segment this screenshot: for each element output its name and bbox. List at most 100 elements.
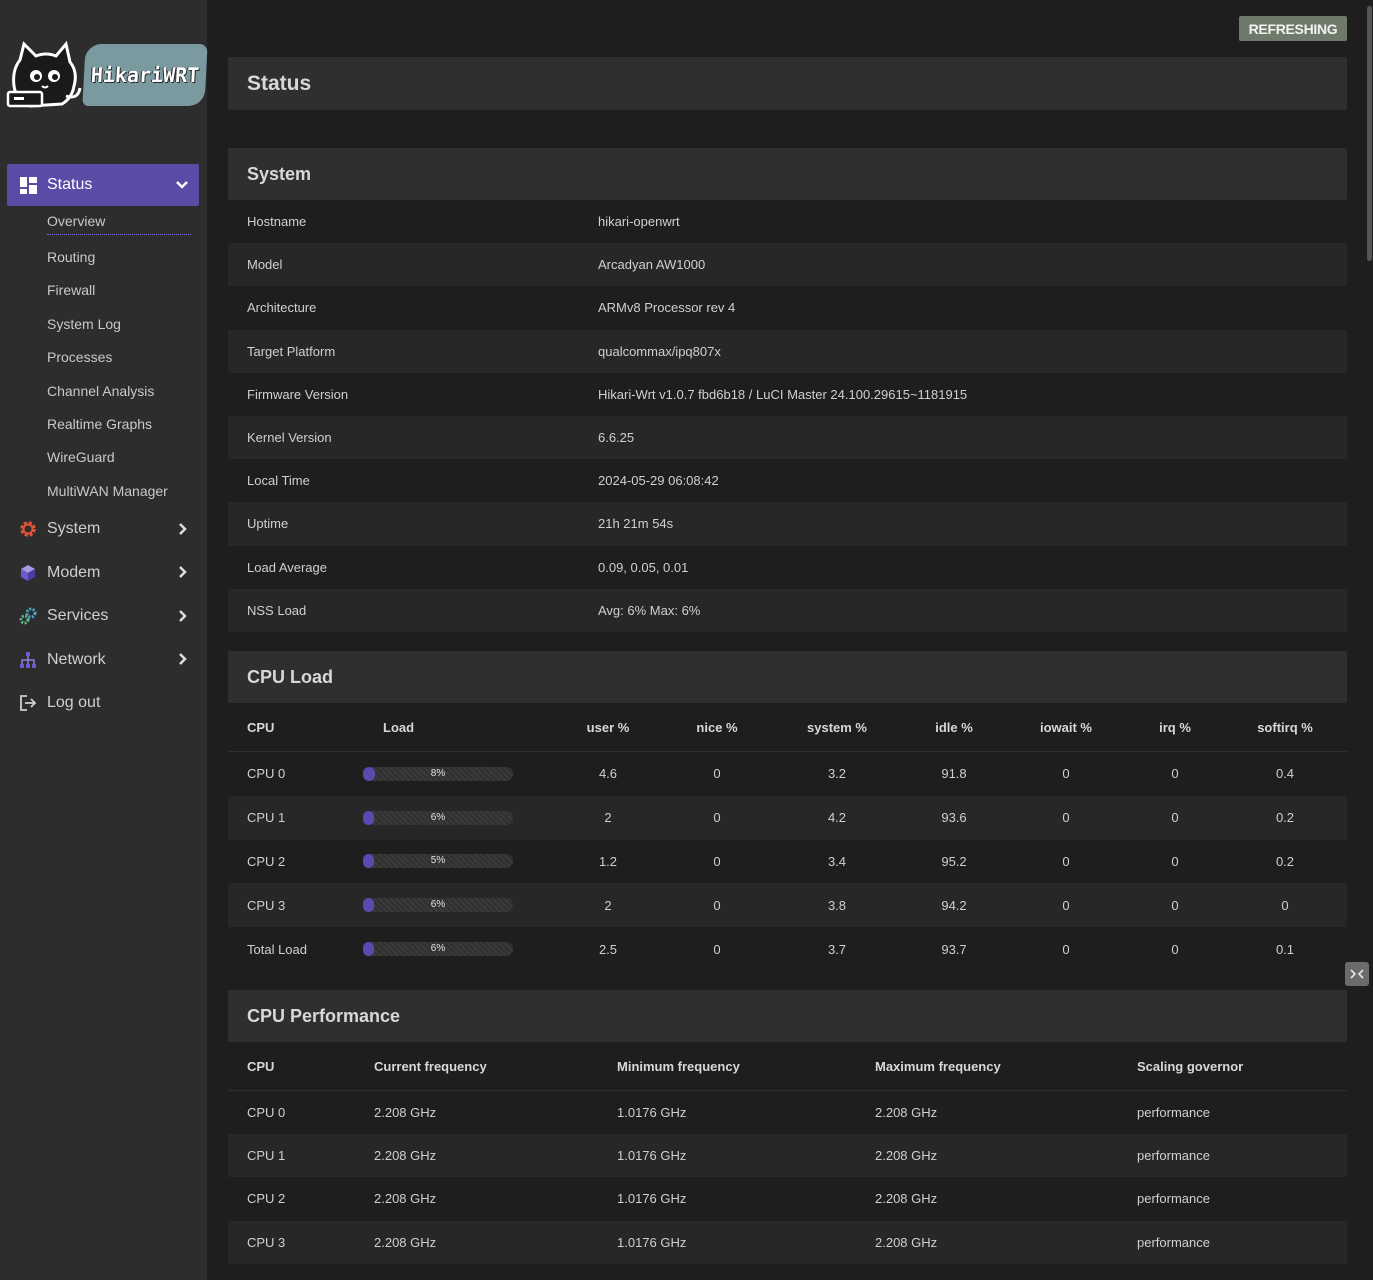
field-value: 21h 21m 54s xyxy=(598,516,674,532)
load-cell: 6% xyxy=(363,810,553,825)
collapse-arrows-icon xyxy=(1350,969,1364,979)
softirq-pct: 0 xyxy=(1281,897,1289,913)
minimum-frequency: 1.0176 GHz xyxy=(617,1105,687,1121)
table-row: Local Time 2024-05-29 06:08:42 xyxy=(228,459,1347,503)
gear-icon xyxy=(19,520,37,538)
brand-logo[interactable]: HikariWRT xyxy=(6,40,208,112)
field-label: Firmware Version xyxy=(247,386,349,402)
nice-pct: 0 xyxy=(713,897,721,913)
field-value: qualcommax/ipq807x xyxy=(598,343,721,359)
field-label: Model xyxy=(247,257,283,273)
irq-pct: 0 xyxy=(1171,810,1179,826)
load-bar: 6% xyxy=(363,942,513,957)
nav-sub-routing[interactable]: Routing xyxy=(7,240,199,273)
load-cell: 5% xyxy=(363,854,553,869)
column-header: user % xyxy=(586,719,630,735)
column-header: Load xyxy=(383,719,415,735)
nav-logout[interactable]: Log out xyxy=(7,682,199,726)
nice-pct: 0 xyxy=(713,853,721,869)
nav-sub-realtime-graphs[interactable]: Realtime Graphs xyxy=(7,407,199,440)
load-cell: 8% xyxy=(363,766,553,781)
nav-sub-label: Overview xyxy=(47,213,191,235)
system-pct: 3.8 xyxy=(827,897,847,913)
current-frequency: 2.208 GHz xyxy=(374,1148,437,1164)
column-header: CPU xyxy=(247,719,275,735)
system-pct: 4.2 xyxy=(827,810,847,826)
load-bar: 6% xyxy=(363,810,513,825)
nav-network-label: Network xyxy=(47,650,106,668)
field-label: Hostname xyxy=(247,214,307,230)
system-table: Hostname hikari-openwrt Model Arcadyan AW1… xyxy=(228,200,1347,632)
irq-pct: 0 xyxy=(1171,766,1179,782)
nav-status[interactable]: Status xyxy=(7,164,199,206)
chevron-down-icon xyxy=(176,181,188,189)
iowait-pct: 0 xyxy=(1062,810,1070,826)
nav-sub-multiwan-manager[interactable]: MultiWAN Manager xyxy=(7,474,199,507)
minimum-frequency: 1.0176 GHz xyxy=(617,1148,687,1164)
nav-sub-system-log[interactable]: System Log xyxy=(7,307,199,340)
load-bar: 6% xyxy=(363,898,513,913)
load-percent: 6% xyxy=(430,899,446,911)
table-header: CPU Load user % nice % system % idle % i… xyxy=(228,703,1347,752)
table-row: CPU 0 8% 4.6 0 3.2 91.8 0 0 0.4 xyxy=(228,752,1347,796)
nav-sub-label: MultiWAN Manager xyxy=(47,482,168,499)
field-label: Target Platform xyxy=(247,343,336,359)
nav-system[interactable]: System xyxy=(7,508,199,552)
nice-pct: 0 xyxy=(713,766,721,782)
table-row: CPU 3 2.208 GHz 1.0176 GHz 2.208 GHz per… xyxy=(228,1220,1347,1264)
load-cell: 6% xyxy=(363,942,553,957)
cogs-icon xyxy=(19,607,37,625)
column-header: Current frequency xyxy=(374,1058,487,1074)
table-row: Target Platform qualcommax/ipq807x xyxy=(228,329,1347,373)
nav-services-label: Services xyxy=(47,607,109,625)
table-row: Total Load 6% 2.5 0 3.7 93.7 0 0 0.1 xyxy=(228,927,1347,971)
column-header: nice % xyxy=(696,719,738,735)
field-label: Kernel Version xyxy=(247,430,332,446)
refreshing-indicator[interactable]: REFRESHING xyxy=(1239,16,1347,41)
iowait-pct: 0 xyxy=(1062,853,1070,869)
table-row: CPU 3 6% 2 0 3.8 94.2 0 0 0 xyxy=(228,883,1347,928)
cpu-performance-table: CPU Current frequency Minimum frequency … xyxy=(228,1042,1347,1264)
nice-pct: 0 xyxy=(713,810,721,826)
user-pct: 1.2 xyxy=(598,853,618,869)
nav-sub-label: Realtime Graphs xyxy=(47,416,153,433)
table-row: CPU 2 5% 1.2 0 3.4 95.2 0 0 0.2 xyxy=(228,839,1347,884)
column-header: CPU xyxy=(247,1058,275,1074)
sidebar: HikariWRT Status Overview Routing Firewa… xyxy=(0,0,208,1280)
cpu-performance-rows: CPU 0 2.208 GHz 1.0176 GHz 2.208 GHz per… xyxy=(228,1091,1347,1264)
system-pct: 3.2 xyxy=(827,766,847,782)
nav-system-label: System xyxy=(47,520,101,538)
maximum-frequency: 2.208 GHz xyxy=(875,1148,938,1164)
logo-badge: HikariWRT xyxy=(82,44,208,106)
idle-pct: 94.2 xyxy=(941,897,967,913)
system-section-title: System xyxy=(228,148,1347,200)
irq-pct: 0 xyxy=(1171,853,1179,869)
nav-services[interactable]: Services xyxy=(7,595,199,639)
cpu-name: CPU 2 xyxy=(247,853,286,869)
chevron-right-icon xyxy=(179,566,187,578)
field-label: NSS Load xyxy=(247,602,307,618)
current-frequency: 2.208 GHz xyxy=(374,1191,437,1207)
nav-sub-wireguard[interactable]: WireGuard xyxy=(7,441,199,474)
scrollbar-thumb[interactable] xyxy=(1367,6,1372,261)
current-frequency: 2.208 GHz xyxy=(374,1105,437,1121)
nav-sub-channel-analysis[interactable]: Channel Analysis xyxy=(7,374,199,407)
field-value: 0.09, 0.05, 0.01 xyxy=(598,559,689,575)
nav-modem[interactable]: Modem xyxy=(7,551,199,595)
field-value: ARMv8 Processor rev 4 xyxy=(598,300,736,316)
nav-sub-firewall[interactable]: Firewall xyxy=(7,274,199,307)
cpu-name: Total Load xyxy=(247,941,307,957)
table-row: NSS Load Avg: 6% Max: 6% xyxy=(228,588,1347,632)
column-header: Maximum frequency xyxy=(875,1058,1001,1074)
iowait-pct: 0 xyxy=(1062,766,1070,782)
nav-network[interactable]: Network xyxy=(7,638,199,682)
load-cell: 6% xyxy=(363,898,553,913)
maximum-frequency: 2.208 GHz xyxy=(875,1234,938,1250)
cpu-load-rows: CPU 0 8% 4.6 0 3.2 91.8 0 0 0.4 CPU 1 6%… xyxy=(228,752,1347,971)
cpu-name: CPU 0 xyxy=(247,766,286,782)
nav-sub-processes[interactable]: Processes xyxy=(7,341,199,374)
field-label: Uptime xyxy=(247,516,289,532)
table-row: Firmware Version Hikari-Wrt v1.0.7 fbd6b1… xyxy=(228,372,1347,416)
nav-sub-overview[interactable]: Overview xyxy=(7,207,199,240)
collapse-button[interactable] xyxy=(1345,962,1369,986)
